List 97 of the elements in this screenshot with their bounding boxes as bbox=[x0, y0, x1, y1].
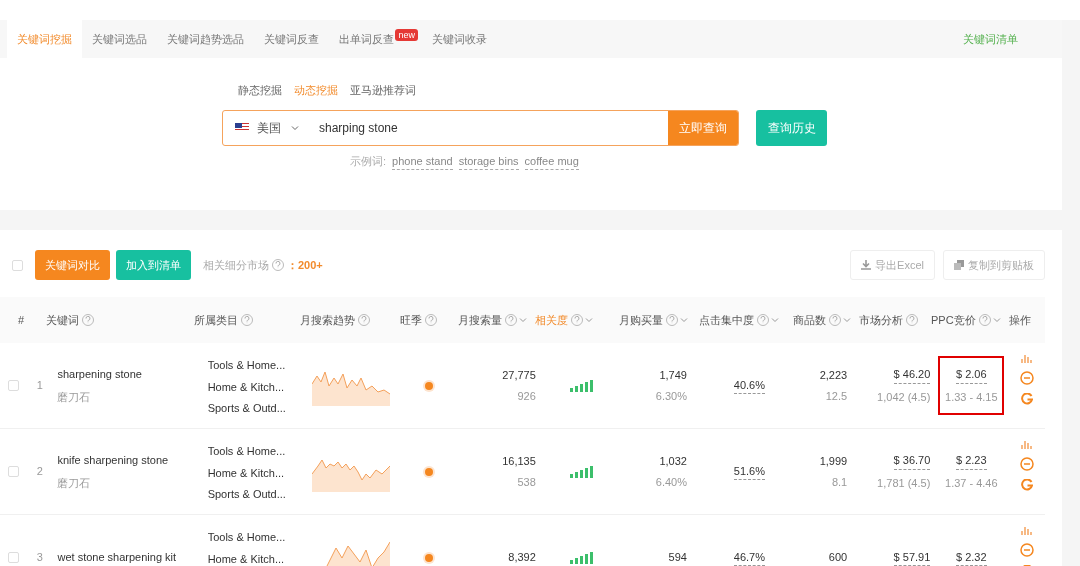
category-text: Home & Kitch... bbox=[207, 551, 286, 566]
row-index: 3 bbox=[36, 551, 43, 564]
relevance-bars-icon bbox=[570, 379, 595, 392]
select-all-checkbox[interactable] bbox=[12, 259, 23, 271]
market-price[interactable]: $ 46.20 bbox=[893, 366, 931, 384]
keyword-text: wet stone sharpening kit bbox=[57, 550, 178, 566]
category-text: Home & Kitch... bbox=[207, 379, 286, 395]
search-volume-daily: 926 bbox=[517, 389, 536, 404]
ppc-range: 1.33 - 4.15 bbox=[945, 389, 998, 405]
product-count: 1,999 bbox=[819, 453, 848, 469]
example-link[interactable]: coffee mug bbox=[524, 152, 579, 170]
category-text: Tools & Home... bbox=[207, 530, 287, 545]
market-count: ：200+ bbox=[287, 257, 323, 273]
category-text: Tools & Home... bbox=[207, 444, 287, 459]
country-select[interactable]: 美国 bbox=[257, 118, 281, 137]
flag-icon bbox=[235, 123, 249, 132]
nav-tab[interactable]: 关键词反查 bbox=[254, 20, 329, 58]
purchase-volume: 594 bbox=[668, 550, 687, 566]
nav-tab[interactable]: 关键词收录 bbox=[422, 20, 497, 58]
search-field[interactable]: 美国 sharping stone 立即查询 bbox=[222, 109, 739, 146]
column-header[interactable]: 点击集中度 bbox=[699, 311, 754, 329]
column-header[interactable]: 月搜索量 bbox=[458, 311, 502, 329]
category-text: Sports & Outd... bbox=[207, 487, 287, 502]
row-checkbox[interactable] bbox=[8, 552, 19, 563]
product-ratio: 8.1 bbox=[831, 475, 848, 490]
row-checkbox[interactable] bbox=[8, 380, 19, 391]
search-mode-tab[interactable]: 亚马逊推荐词 bbox=[350, 82, 416, 99]
search-volume-daily: 538 bbox=[517, 475, 536, 490]
click-concentration[interactable]: 46.7% bbox=[733, 548, 765, 566]
chart-icon[interactable] bbox=[1021, 439, 1034, 449]
purchase-volume: 1,032 bbox=[659, 453, 687, 469]
purchase-volume: 1,749 bbox=[659, 367, 687, 383]
sort-chevron-icon[interactable] bbox=[843, 317, 851, 323]
market-label: 相关细分市场 bbox=[203, 257, 269, 273]
search-volume: 16,135 bbox=[502, 453, 536, 469]
minus-circle-icon[interactable] bbox=[1020, 457, 1035, 471]
sort-chevron-icon[interactable] bbox=[519, 317, 527, 323]
dropdown-caret-icon bbox=[291, 124, 299, 131]
product-count: 2,223 bbox=[819, 367, 848, 383]
column-header[interactable]: 操作 bbox=[1009, 311, 1031, 329]
chart-icon[interactable] bbox=[1021, 525, 1034, 535]
ppc-range: 1.37 - 4.46 bbox=[945, 475, 998, 491]
category-text: Home & Kitch... bbox=[207, 465, 286, 481]
search-volume: 27,775 bbox=[502, 367, 536, 383]
product-count: 600 bbox=[828, 550, 848, 566]
market-price[interactable]: $ 57.91 bbox=[893, 548, 931, 566]
ppc-bid[interactable]: $ 2.06 bbox=[956, 366, 987, 384]
sort-chevron-icon[interactable] bbox=[585, 317, 593, 323]
column-header[interactable]: # bbox=[18, 311, 25, 329]
sort-chevron-icon[interactable] bbox=[680, 317, 688, 323]
search-volume: 8,392 bbox=[508, 550, 536, 566]
click-concentration[interactable]: 51.6% bbox=[733, 462, 765, 481]
example-link[interactable]: storage bins bbox=[458, 152, 519, 170]
keyword-translation: 磨刀石 bbox=[57, 475, 92, 491]
row-index: 1 bbox=[36, 379, 43, 392]
category-text: Tools & Home... bbox=[207, 358, 287, 373]
column-header[interactable]: 所属类目 bbox=[194, 311, 238, 329]
ppc-bid[interactable]: $ 2.32 bbox=[956, 548, 987, 566]
chart-icon[interactable] bbox=[1021, 353, 1034, 363]
keyword-text: knife sharpening stone bbox=[57, 453, 170, 468]
google-icon[interactable] bbox=[1021, 479, 1034, 491]
sort-chevron-icon[interactable] bbox=[992, 317, 1001, 323]
sort-chevron-icon[interactable] bbox=[771, 317, 779, 323]
column-header[interactable]: 月搜索趋势 bbox=[300, 311, 355, 329]
search-input[interactable]: sharping stone bbox=[319, 118, 668, 137]
keyword-translation: 磨刀石 bbox=[57, 389, 92, 405]
new-badge: new bbox=[395, 29, 418, 41]
purchase-rate: 6.30% bbox=[655, 389, 687, 404]
search-mode-tab[interactable]: 静态挖掘 bbox=[238, 82, 282, 99]
category-text: Sports & Outd... bbox=[207, 401, 287, 416]
column-header[interactable]: 月购买量 bbox=[619, 311, 663, 329]
download-icon bbox=[861, 260, 872, 270]
purchase-rate: 6.40% bbox=[655, 475, 687, 490]
keyword-text: sharpening stone bbox=[57, 367, 143, 382]
column-header[interactable]: PPC竞价 bbox=[931, 311, 976, 329]
nav-tab[interactable]: 关键词选品 bbox=[82, 20, 157, 58]
relevance-bars-icon bbox=[570, 551, 595, 564]
column-header[interactable]: 旺季 bbox=[400, 311, 422, 329]
relevance-bars-icon bbox=[570, 465, 595, 478]
product-ratio: 12.5 bbox=[825, 389, 848, 404]
copy-icon bbox=[954, 260, 964, 270]
minus-circle-icon[interactable] bbox=[1020, 543, 1035, 557]
example-link[interactable]: phone stand bbox=[392, 152, 453, 170]
row-index: 2 bbox=[36, 465, 43, 478]
column-header[interactable]: 商品数 bbox=[793, 311, 826, 329]
row-checkbox[interactable] bbox=[8, 466, 19, 477]
examples-label: 示例词: bbox=[350, 154, 387, 169]
minus-circle-icon[interactable] bbox=[1020, 371, 1035, 385]
market-reviews: 1,781 (4.5) bbox=[877, 475, 931, 491]
ppc-bid[interactable]: $ 2.23 bbox=[956, 452, 987, 470]
click-concentration[interactable]: 40.6% bbox=[733, 376, 765, 395]
column-header[interactable]: 关键词 bbox=[46, 311, 79, 329]
google-icon[interactable] bbox=[1021, 393, 1034, 405]
market-price[interactable]: $ 36.70 bbox=[893, 452, 931, 470]
market-reviews: 1,042 (4.5) bbox=[877, 389, 931, 405]
nav-tab[interactable]: 关键词趋势选品 bbox=[157, 20, 254, 58]
column-header[interactable]: 市场分析 bbox=[859, 311, 903, 329]
